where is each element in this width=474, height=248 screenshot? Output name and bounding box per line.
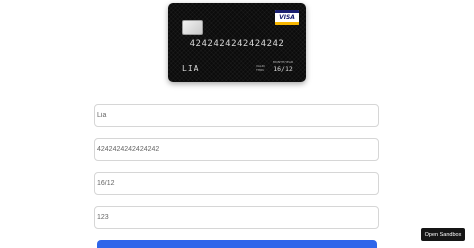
card-chip-icon bbox=[182, 20, 203, 35]
submit-payment-button[interactable] bbox=[97, 240, 377, 248]
card-number-input[interactable] bbox=[94, 138, 379, 161]
visa-logo-icon: VISA bbox=[275, 10, 299, 25]
card-expiry-display: 16/12 bbox=[273, 65, 293, 73]
expiry-input[interactable] bbox=[94, 172, 379, 195]
card-number-display: 4242424242424242 bbox=[189, 39, 285, 49]
cardholder-name-input[interactable] bbox=[94, 104, 379, 127]
credit-card-preview: VISA 4242424242424242 LIA VALID THRU MON… bbox=[168, 3, 306, 82]
card-expiry-block: MONTH/YEAR 16/12 bbox=[268, 60, 298, 73]
visa-logo-text: VISA bbox=[279, 14, 295, 21]
valid-thru-label: VALID THRU bbox=[256, 64, 265, 72]
card-holder-display: LIA bbox=[182, 64, 200, 73]
open-sandbox-button[interactable]: Open Sandbox bbox=[421, 228, 465, 241]
expiry-caption: MONTH/YEAR bbox=[272, 60, 294, 64]
checkout-page: VISA 4242424242424242 LIA VALID THRU MON… bbox=[0, 0, 474, 248]
visa-logo-bottom-band bbox=[275, 22, 299, 25]
cvc-input[interactable] bbox=[94, 206, 379, 229]
